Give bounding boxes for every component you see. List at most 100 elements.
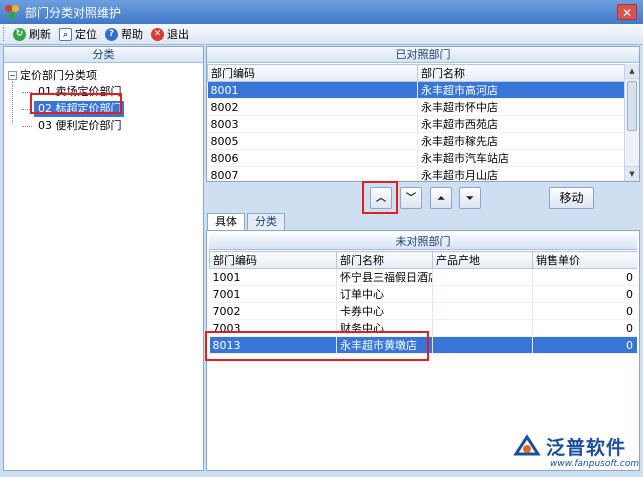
table-cell: 8002: [207, 98, 418, 116]
table-cell: 永丰超市高河店: [417, 81, 625, 99]
brand-logo-icon: [513, 433, 541, 455]
table-cell: 8003: [207, 115, 418, 133]
move-down-button[interactable]: ﹀: [400, 187, 422, 209]
table-row[interactable]: 8001 永丰超市高河店: [207, 81, 625, 99]
table-cell: 8005: [207, 132, 418, 150]
chevron-down-icon: ﹀: [406, 193, 416, 204]
table-cell: [432, 285, 533, 303]
exit-button[interactable]: ✕ 退出: [148, 25, 192, 44]
close-icon[interactable]: ✕: [617, 4, 637, 20]
refresh-label: 刷新: [29, 28, 51, 41]
tree-root[interactable]: − 定价部门分类项: [8, 67, 203, 83]
table-row[interactable]: 7003 财务中心 0: [209, 319, 637, 337]
mapped-scrollbar[interactable]: ▲ ▼: [624, 64, 639, 181]
table-row[interactable]: 8013 永丰超市黄墩店 0: [209, 336, 637, 354]
window-controls: ✕: [617, 4, 637, 20]
tab-specific[interactable]: 具体: [207, 213, 245, 230]
table-cell: 怀宁县三福假日酒店: [336, 268, 433, 286]
locate-icon: ⌕: [59, 27, 72, 41]
column-header-origin[interactable]: 产品产地: [432, 251, 533, 269]
table-row[interactable]: 8005 永丰超市稼先店: [207, 132, 625, 150]
table-cell: 0: [532, 336, 637, 354]
help-label: 帮助: [121, 28, 143, 41]
refresh-button[interactable]: ↻ 刷新: [10, 25, 54, 44]
table-cell: 永丰超市怀中店: [417, 98, 625, 116]
table-row[interactable]: 8006 永丰超市汽车站店: [207, 149, 625, 167]
table-row[interactable]: 8002 永丰超市怀中店: [207, 98, 625, 116]
collapse-icon[interactable]: −: [8, 70, 17, 80]
column-header-dept-code[interactable]: 部门编码: [207, 64, 418, 82]
table-cell: 7003: [209, 319, 337, 337]
table-cell: 7001: [209, 285, 337, 303]
tree-item-01[interactable]: 01 卖场定价部门: [22, 84, 203, 100]
mapped-table: 部门编码 部门名称 8001 永丰超市高河店 8002 永丰超市怀中店 8003 永丰超市…: [207, 64, 625, 181]
table-cell: 0: [532, 302, 637, 320]
mapped-panel-header: 已对照部门: [207, 47, 639, 63]
move-button[interactable]: 移动: [549, 187, 594, 209]
toolbar: ↻ 刷新 ⌕ 定位 ? 帮助 ✕ 退出: [0, 24, 643, 45]
table-cell: 永丰超市黄墩店: [336, 336, 433, 354]
move-bottom-button[interactable]: ⏷: [459, 187, 481, 209]
tree-connector: [12, 81, 13, 123]
view-tabs: 具体 分类: [207, 213, 287, 230]
unmapped-panel-header: 未对照部门: [209, 234, 637, 250]
tree-root-label: 定价部门分类项: [20, 69, 97, 82]
tree-item-02[interactable]: 02 标超定价部门: [22, 101, 124, 117]
table-cell: [432, 268, 533, 286]
window-title: 部门分类对照维护: [25, 5, 122, 20]
scroll-up-icon[interactable]: ▲: [625, 64, 639, 79]
move-top-button[interactable]: ⏶: [430, 187, 452, 209]
brand-name: 泛普软件: [546, 437, 627, 459]
move-up-button[interactable]: ︿: [370, 187, 392, 209]
table-cell: 永丰超市汽车站店: [417, 149, 625, 167]
help-button[interactable]: ? 帮助: [102, 25, 146, 44]
refresh-icon: ↻: [13, 27, 26, 41]
app-logo-icon: [5, 5, 19, 19]
mapped-departments-panel: 已对照部门 部门编码 部门名称 8001 永丰超市高河店 8002 永丰超市怀中店 80…: [206, 46, 640, 182]
table-row[interactable]: 8003 永丰超市西苑店: [207, 115, 625, 133]
table-row[interactable]: 1001 怀宁县三福假日酒店 0: [209, 268, 637, 286]
chevron-up-icon: ︿: [376, 193, 386, 204]
table-cell: 7002: [209, 302, 337, 320]
table-cell: 0: [532, 268, 637, 286]
table-cell: 永丰超市月山店: [417, 166, 625, 181]
locate-button[interactable]: ⌕ 定位: [56, 25, 100, 44]
table-row[interactable]: 8007 永丰超市月山店: [207, 166, 625, 181]
category-panel-header: 分类: [4, 47, 203, 63]
help-icon: ?: [105, 27, 118, 41]
column-header-dept-name[interactable]: 部门名称: [417, 64, 625, 82]
table-cell: 卡券中心: [336, 302, 433, 320]
brand-logo: 泛普软件: [512, 433, 626, 460]
table-cell: [432, 319, 533, 337]
table-cell: 8013: [209, 336, 337, 354]
brand-url: www.fanpusoft.com: [550, 459, 640, 469]
table-cell: 0: [532, 319, 637, 337]
table-cell: [432, 302, 533, 320]
scroll-down-icon[interactable]: ▼: [625, 166, 639, 181]
double-chevron-down-icon: ⏷: [466, 194, 474, 204]
category-panel: 分类 − 定价部门分类项 01 卖场定价部门 02 标超定价部门 03 便利定价…: [3, 46, 204, 471]
table-row[interactable]: 7002 卡券中心 0: [209, 302, 637, 320]
tree-item-03[interactable]: 03 便利定价部门: [22, 118, 203, 134]
unmapped-table: 部门编码 部门名称 产品产地 销售单价 1001 怀宁县三福假日酒店 0 7001 订单…: [209, 251, 637, 354]
exit-icon: ✕: [151, 27, 164, 41]
tab-category[interactable]: 分类: [247, 213, 285, 230]
table-cell: 8006: [207, 149, 418, 167]
table-cell: [432, 336, 533, 354]
column-header-dept-name[interactable]: 部门名称: [336, 251, 433, 269]
table-cell: 0: [532, 285, 637, 303]
exit-label: 退出: [167, 28, 189, 41]
column-header-dept-code[interactable]: 部门编码: [209, 251, 337, 269]
scroll-thumb[interactable]: [627, 81, 637, 131]
table-row[interactable]: 7001 订单中心 0: [209, 285, 637, 303]
column-header-unit-price[interactable]: 销售单价: [532, 251, 637, 269]
table-cell: 订单中心: [336, 285, 433, 303]
table-cell: 永丰超市西苑店: [417, 115, 625, 133]
category-tree: − 定价部门分类项 01 卖场定价部门 02 标超定价部门 03 便利定价部门: [4, 63, 203, 134]
table-cell: 8007: [207, 166, 418, 181]
title-bar: 部门分类对照维护 ✕: [0, 0, 643, 24]
table-cell: 永丰超市稼先店: [417, 132, 625, 150]
table-cell: 财务中心: [336, 319, 433, 337]
toolbar-grip: [3, 27, 6, 41]
double-chevron-up-icon: ⏶: [437, 194, 445, 204]
